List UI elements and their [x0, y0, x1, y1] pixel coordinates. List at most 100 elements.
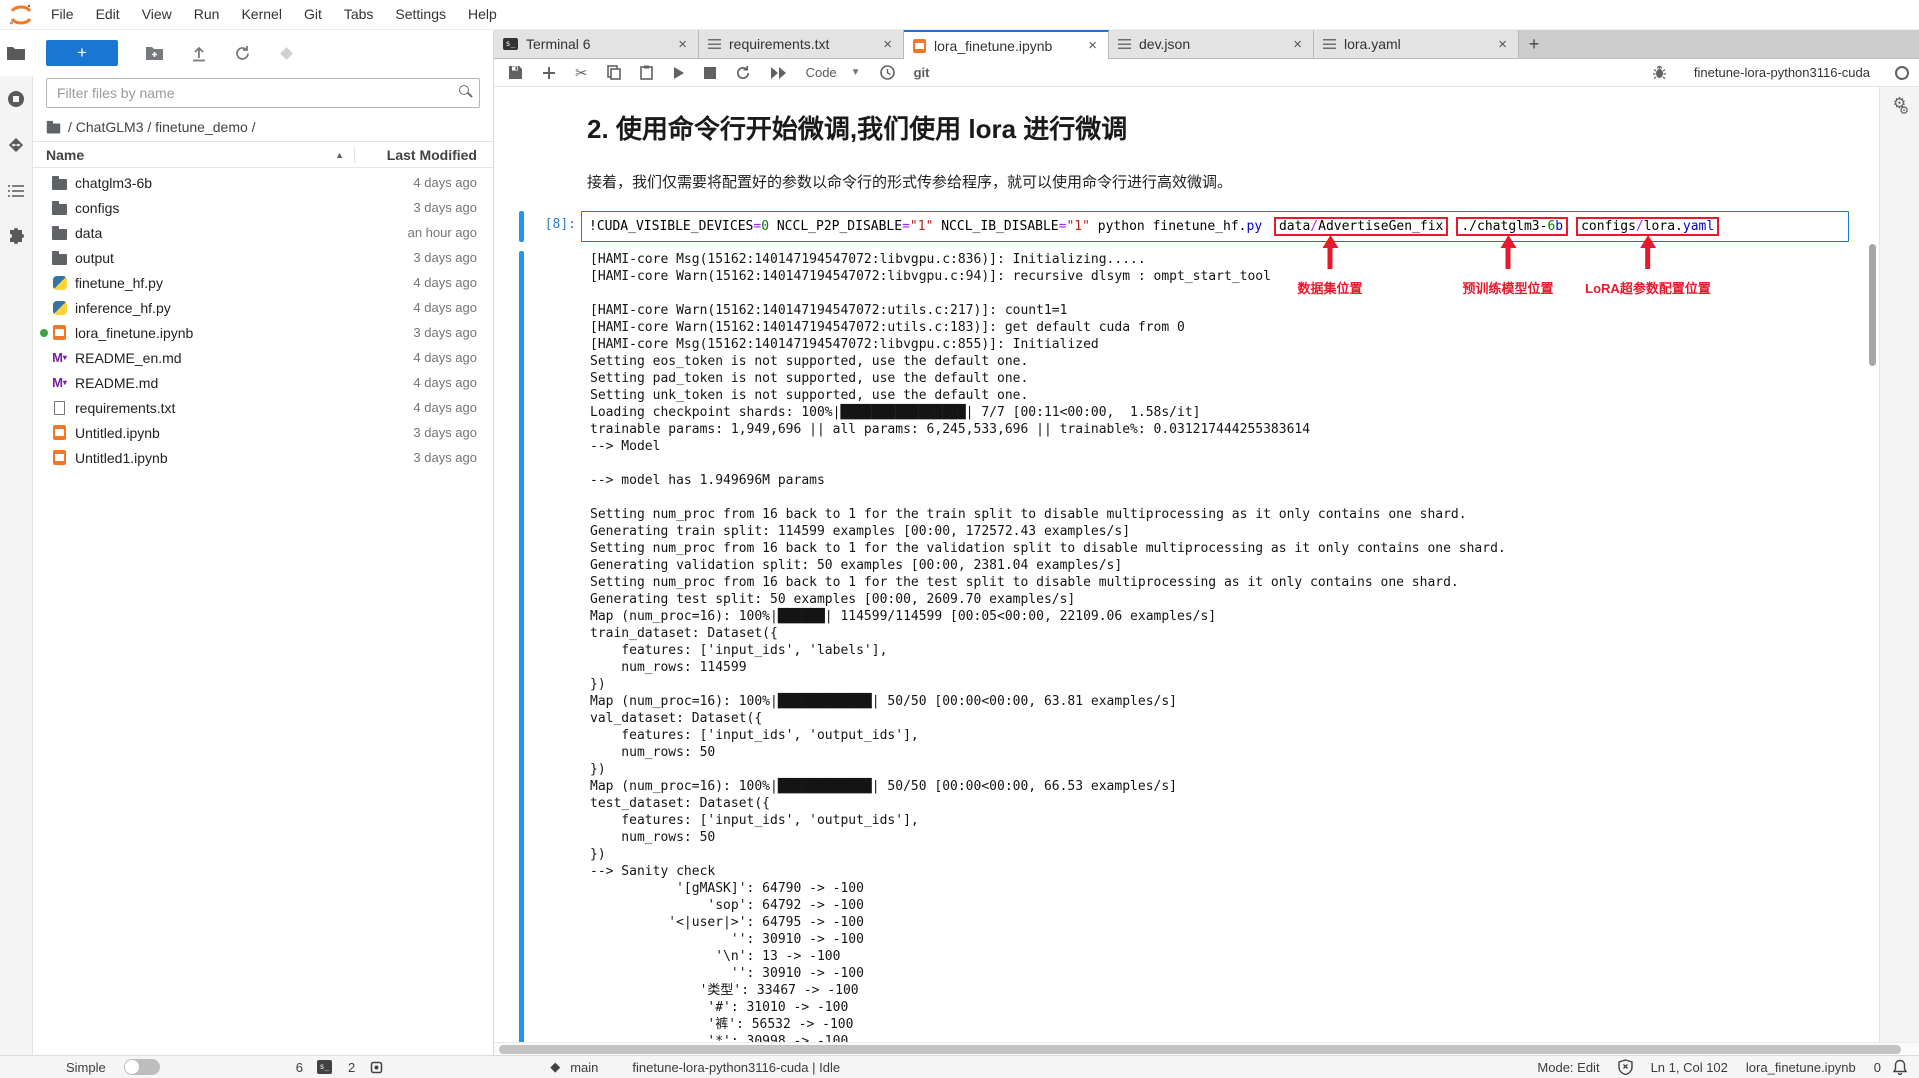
output-collapser[interactable] [519, 251, 524, 1042]
cut-cell-icon[interactable]: ✂ [575, 64, 588, 82]
jupyterlab-app: FileEditViewRunKernelGitTabsSettingsHelp [0, 0, 1919, 1078]
sidebar-tab-running-sessions[interactable] [0, 76, 33, 122]
git-branch-name[interactable]: main [570, 1060, 598, 1075]
menu-settings[interactable]: Settings [384, 6, 457, 22]
file-row-Untitled1.ipynb[interactable]: Untitled1.ipynb3 days ago [33, 445, 493, 470]
file-row-data[interactable]: dataan hour ago [33, 220, 493, 245]
upload-icon[interactable] [191, 45, 207, 62]
close-icon[interactable]: × [676, 36, 689, 53]
new-folder-icon[interactable] [145, 45, 164, 61]
kernel-status-icon[interactable] [1895, 66, 1909, 80]
cell-output-area: [HAMI-core Msg(15162:140147194547072:lib… [519, 251, 1879, 1042]
column-header-last-modified[interactable]: Last Modified [354, 147, 493, 163]
tab-Terminal 6[interactable]: s_Terminal 6× [494, 30, 699, 58]
breadcrumb[interactable]: / ChatGLM3 / finetune_demo / [33, 112, 493, 141]
kernel-name[interactable]: finetune-lora-python3116-cuda [1694, 65, 1870, 80]
file-modified: 4 days ago [354, 300, 493, 315]
home-folder-icon[interactable] [47, 124, 61, 134]
tab-requirements.txt[interactable]: requirements.txt × [699, 30, 904, 58]
stop-kernel-icon[interactable] [704, 67, 716, 79]
annotation-label: 数据集位置 [1297, 278, 1362, 297]
close-icon[interactable]: × [881, 36, 894, 53]
new-tab-button[interactable]: + [1519, 30, 1549, 58]
column-header-name[interactable]: Name ▲ [33, 147, 354, 163]
close-icon[interactable]: × [1291, 36, 1304, 53]
close-icon[interactable]: × [1496, 36, 1509, 53]
sidebar-tab-file-browser[interactable] [0, 30, 33, 76]
property-inspector-gears-icon[interactable]: ⚙⚙ [1890, 99, 1909, 116]
restart-run-all-icon[interactable] [770, 67, 787, 79]
folder-file-icon [51, 175, 68, 191]
file-row-output[interactable]: output3 days ago [33, 245, 493, 270]
file-row-README_en.md[interactable]: M▾README_en.md4 days ago [33, 345, 493, 370]
refresh-icon[interactable] [234, 45, 251, 62]
file-row-chatglm3-6b[interactable]: chatglm3-6b4 days ago [33, 170, 493, 195]
menu-tabs[interactable]: Tabs [333, 6, 385, 22]
git-toolbar-label[interactable]: git [914, 65, 930, 80]
file-row-finetune_hf.py[interactable]: finetune_hf.py4 days ago [33, 270, 493, 295]
notification-count[interactable]: 0 [1874, 1060, 1881, 1075]
add-cell-icon[interactable] [542, 66, 556, 80]
table-of-contents-icon [7, 184, 25, 198]
simple-mode-toggle[interactable] [124, 1059, 160, 1075]
run-cell-icon[interactable] [672, 66, 685, 80]
debugger-bug-icon[interactable] [1652, 65, 1667, 80]
vertical-scrollbar[interactable] [1869, 244, 1876, 366]
git-branch-icon[interactable]: ◆ [550, 1059, 560, 1075]
tab-lora_finetune.ipynb[interactable]: lora_finetune.ipynb× [904, 30, 1109, 59]
folder-file-icon [51, 250, 68, 266]
git-clone-icon[interactable] [278, 45, 295, 62]
sidebar-tab-extension-manager[interactable] [0, 214, 33, 260]
kernel-session-status[interactable]: finetune-lora-python3116-cuda | Idle [632, 1060, 840, 1075]
breadcrumb-path[interactable]: / ChatGLM3 / finetune_demo / [68, 119, 256, 135]
new-launcher-button[interactable]: + [46, 40, 118, 66]
input-collapser[interactable] [519, 211, 524, 242]
markdown-heading: 2. 使用命令行开始微调,我们使用 lora 进行微调 [587, 109, 1879, 146]
menu-kernel[interactable]: Kernel [230, 6, 292, 22]
file-row-lora_finetune.ipynb[interactable]: lora_finetune.ipynb3 days ago [33, 320, 493, 345]
menu-edit[interactable]: Edit [85, 6, 131, 22]
mode-indicator[interactable]: Mode: Edit [1537, 1060, 1599, 1075]
paste-cell-icon[interactable] [640, 65, 653, 80]
active-filename[interactable]: lora_finetune.ipynb [1746, 1060, 1856, 1075]
tab-label: requirements.txt [729, 36, 873, 52]
file-row-Untitled.ipynb[interactable]: Untitled.ipynb3 days ago [33, 420, 493, 445]
kernels-count[interactable]: 2 [348, 1060, 355, 1075]
horizontal-scrollbar-thumb[interactable] [499, 1045, 1901, 1054]
horizontal-scrollbar[interactable] [494, 1042, 1919, 1055]
file-modified: 4 days ago [354, 400, 493, 415]
menu-git[interactable]: Git [293, 6, 333, 22]
menu-run[interactable]: Run [183, 6, 231, 22]
kernel-usage-icon[interactable] [880, 65, 895, 80]
terminals-count[interactable]: 6 [296, 1060, 303, 1075]
menu-file[interactable]: File [40, 6, 85, 22]
file-row-requirements.txt[interactable]: requirements.txt4 days ago [33, 395, 493, 420]
menu-bar: FileEditViewRunKernelGitTabsSettingsHelp [0, 0, 1919, 30]
filter-files-input[interactable] [46, 78, 480, 108]
folder-file-icon [51, 225, 68, 241]
file-row-README.md[interactable]: M▾README.md4 days ago [33, 370, 493, 395]
save-icon[interactable] [508, 65, 523, 80]
file-row-inference_hf.py[interactable]: inference_hf.py4 days ago [33, 295, 493, 320]
restart-kernel-icon[interactable] [735, 65, 751, 81]
running-sessions-icon [7, 90, 25, 108]
sidebar-tab-table-of-contents[interactable] [0, 168, 33, 214]
menu-help[interactable]: Help [457, 6, 508, 22]
close-icon[interactable]: × [1086, 37, 1099, 54]
tab-label: lora.yaml [1344, 36, 1488, 52]
bell-icon[interactable] [1893, 1059, 1907, 1075]
cursor-position[interactable]: Ln 1, Col 102 [1651, 1060, 1728, 1075]
python-file-icon [51, 300, 68, 316]
terminal-icon[interactable]: s_ [317, 1060, 332, 1074]
tab-lora.yaml[interactable]: lora.yaml × [1314, 30, 1519, 58]
cell-output-text: [HAMI-core Msg(15162:140147194547072:lib… [590, 251, 1506, 1042]
sidebar-tab-git[interactable] [0, 122, 33, 168]
tab-dev.json[interactable]: dev.json× [1109, 30, 1314, 58]
execution-count: [8]: [530, 211, 581, 242]
kernel-sessions-icon[interactable] [369, 1060, 384, 1075]
copy-cell-icon[interactable] [607, 65, 621, 80]
menu-view[interactable]: View [131, 6, 183, 22]
file-row-configs[interactable]: configs3 days ago [33, 195, 493, 220]
cell-type-dropdown[interactable]: Code▼ [806, 65, 861, 80]
trust-shield-icon[interactable] [1618, 1059, 1633, 1075]
